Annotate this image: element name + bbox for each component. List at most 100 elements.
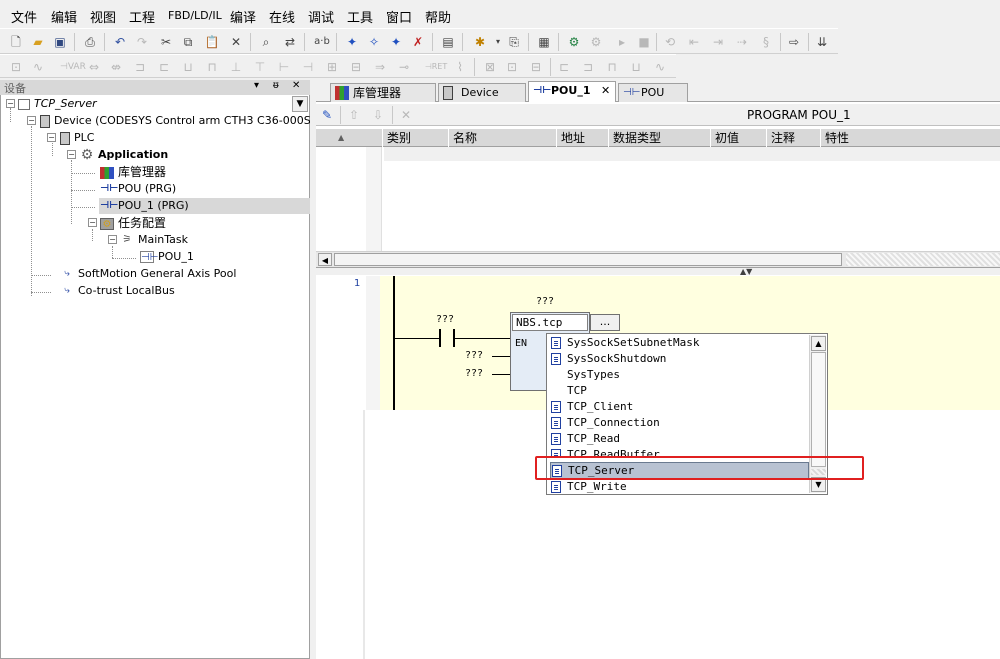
ld-tool-icon[interactable]: ⊠	[482, 59, 498, 75]
ld-ret-icon[interactable]: ⊣RET	[424, 59, 448, 75]
ld-tool-icon[interactable]: ⊟	[348, 59, 364, 75]
tree-collapse-toggle[interactable]: −	[67, 150, 76, 159]
tab-pou[interactable]: ⊣⊢ POU	[618, 83, 688, 102]
ld-tool-icon[interactable]: ∿	[30, 59, 46, 75]
ld-tool-icon[interactable]: ⊡	[8, 59, 24, 75]
rebuild-icon[interactable]: ✧	[366, 34, 382, 50]
tree-item-pou-1-call[interactable]: ⊣⊢POU_1	[140, 249, 194, 265]
tab-library-manager[interactable]: 库管理器	[330, 83, 436, 102]
ld-tool-icon[interactable]: ⊏	[556, 59, 572, 75]
menu-build[interactable]: 编译	[230, 7, 256, 26]
ld-tool-icon[interactable]: ⇎	[108, 59, 124, 75]
arrow-right-icon[interactable]: ⇨	[786, 34, 802, 50]
login-icon[interactable]: ⚙	[566, 34, 582, 50]
device-add-icon[interactable]: ⎘	[506, 34, 522, 50]
run-to-cursor-icon[interactable]: ⇢	[734, 34, 750, 50]
tree-collapse-toggle[interactable]: −	[88, 218, 97, 227]
block-type-input[interactable]: NBS.tcp	[512, 314, 588, 331]
window-icon[interactable]: ▤	[440, 34, 456, 50]
tree-item-pou-1[interactable]: ⊣⊢POU_1 (PRG)	[100, 198, 189, 214]
new-file-icon[interactable]: 🗋	[8, 34, 24, 50]
tree-item-pou[interactable]: ⊣⊢POU (PRG)	[100, 181, 176, 197]
delete-variable-icon[interactable]: ✕	[398, 107, 414, 123]
menu-window[interactable]: 窗口	[386, 7, 412, 26]
undo-icon[interactable]: ↶	[112, 34, 128, 50]
move-down-icon[interactable]: ⇩	[370, 107, 386, 123]
tree-dropdown-button[interactable]: ▼	[292, 96, 308, 112]
horizontal-scrollbar[interactable]: ◀	[316, 251, 1000, 267]
ld-tool-icon[interactable]: ⊏	[156, 59, 172, 75]
tree-collapse-toggle[interactable]: −	[108, 235, 117, 244]
ld-tool-icon[interactable]: ⊓	[604, 59, 620, 75]
ld-tool-icon[interactable]: ⊡	[504, 59, 520, 75]
ld-tool-icon[interactable]: ⊟	[528, 59, 544, 75]
task-icon[interactable]: ▦	[536, 34, 552, 50]
step-into-icon[interactable]: ⇤	[686, 34, 702, 50]
print-icon[interactable]: ⎙	[82, 34, 98, 50]
scroll-left-icon[interactable]: ◀	[318, 253, 332, 266]
column-header-datatype[interactable]: 数据类型	[608, 129, 708, 147]
tree-item-device[interactable]: Device (CODESYS Control arm CTH3 C36-000…	[40, 113, 322, 129]
column-header-initial[interactable]: 初值	[710, 129, 764, 147]
ld-tool-icon[interactable]: ⊢	[276, 59, 292, 75]
menu-fbd-ld-il[interactable]: FBD/LD/IL	[168, 9, 222, 22]
ld-tool-icon[interactable]: ⊣	[300, 59, 316, 75]
ld-tool-icon[interactable]: ⊓	[204, 59, 220, 75]
list-item[interactable]: TCP_Client	[551, 399, 809, 415]
replace-icon[interactable]: ⇄	[282, 34, 298, 50]
scrollbar-thumb[interactable]	[334, 253, 842, 266]
ld-tool-icon[interactable]: ⊞	[324, 59, 340, 75]
block-input-label[interactable]: ???	[465, 350, 483, 361]
menu-tools[interactable]: 工具	[347, 7, 373, 26]
menu-debug[interactable]: 调试	[308, 7, 334, 26]
tree-item-project[interactable]: TCP_Server	[18, 96, 97, 112]
paste-icon[interactable]: 📋	[204, 34, 220, 50]
tree-item-task-config[interactable]: ⚙ 任务配置	[100, 215, 166, 231]
scroll-up-icon[interactable]: ▲	[811, 336, 826, 351]
ld-tool-icon[interactable]: ⊤	[252, 59, 268, 75]
stop-icon[interactable]: ■	[636, 34, 652, 50]
logout-icon[interactable]: ⚙	[588, 34, 604, 50]
list-item[interactable]: SysSockShutdown	[551, 351, 809, 367]
tree-item-axis-pool[interactable]: ⤷ SoftMotion General Axis Pool	[60, 266, 236, 282]
menu-help[interactable]: 帮助	[425, 7, 451, 26]
list-item[interactable]: TCP_Read	[551, 431, 809, 447]
tab-device[interactable]: Device	[438, 83, 526, 102]
ld-tool-icon[interactable]: ∿	[652, 59, 668, 75]
scrollbar-thumb[interactable]	[811, 352, 826, 467]
chevron-down-icon[interactable]: ▾	[490, 34, 506, 50]
close-tab-icon[interactable]: ✕	[601, 82, 610, 100]
copy-icon[interactable]: ⧉	[180, 34, 196, 50]
panel-menu-icon[interactable]: ▾	[254, 80, 259, 91]
breakpoint-icon[interactable]: §	[758, 34, 774, 50]
contact-variable-label[interactable]: ???	[436, 314, 454, 325]
sort-arrow-icon[interactable]: ▲	[338, 129, 344, 147]
ld-tool-icon[interactable]: ⇔	[86, 59, 102, 75]
declaration-row[interactable]	[384, 147, 1000, 161]
start-icon[interactable]: ▸	[614, 34, 630, 50]
open-folder-icon[interactable]: ▰	[30, 34, 46, 50]
menu-project[interactable]: 工程	[129, 7, 155, 26]
menu-online[interactable]: 在线	[269, 7, 295, 26]
generate-code-icon[interactable]: ✦	[388, 34, 404, 50]
list-item[interactable]: SysTypes	[551, 367, 809, 383]
list-item[interactable]: SysSockSetSubnetMask	[551, 335, 809, 351]
column-header-attributes[interactable]: 特性	[820, 129, 1000, 147]
rename-icon[interactable]: a·b	[312, 34, 332, 50]
ld-tool-icon[interactable]: ⌇	[452, 59, 468, 75]
pin-icon[interactable]: ᵿ	[273, 80, 279, 91]
auto-declare-icon[interactable]: ✎	[319, 107, 335, 123]
ld-tool-icon[interactable]: ⊸	[396, 59, 412, 75]
scrollbar-track[interactable]	[846, 253, 1000, 266]
menu-view[interactable]: 视图	[90, 7, 116, 26]
ld-tool-icon[interactable]: ⊐	[132, 59, 148, 75]
declaration-table-body[interactable]	[316, 147, 1000, 251]
tree-collapse-toggle[interactable]: −	[6, 99, 15, 108]
block-instance-label[interactable]: ???	[536, 296, 554, 307]
menu-edit[interactable]: 编辑	[51, 7, 77, 26]
tree-item-application[interactable]: ⚙ Application	[80, 147, 168, 163]
list-item[interactable]: TCP_Connection	[551, 415, 809, 431]
column-header-address[interactable]: 地址	[556, 129, 606, 147]
editor-splitter[interactable]: ▲▼	[316, 267, 1000, 276]
tree-collapse-toggle[interactable]: −	[47, 133, 56, 142]
